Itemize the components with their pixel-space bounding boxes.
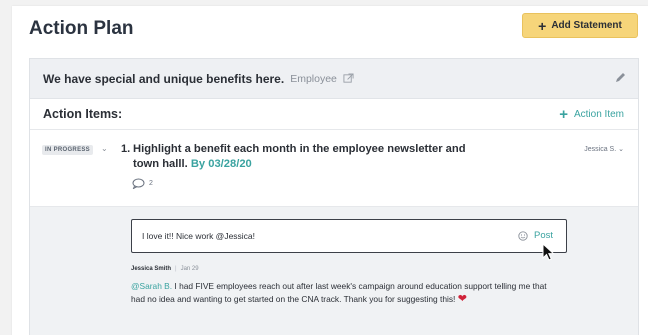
smiley-icon[interactable] bbox=[518, 231, 528, 241]
add-statement-label: Add Statement bbox=[551, 20, 622, 31]
comment-count: 2 bbox=[149, 180, 153, 187]
comment-input-value: I love it!! Nice work @Jessica! bbox=[142, 231, 256, 241]
comment-mention[interactable]: @Sarah B. bbox=[131, 281, 172, 291]
meta-divider: | bbox=[175, 266, 177, 272]
action-item-row[interactable]: IN PROGRESS ⌄ 1. Highlight a benefit eac… bbox=[30, 130, 638, 207]
chevron-down-icon: ⌄ bbox=[618, 146, 624, 153]
assignee-dropdown[interactable]: Jessica S. ⌄ bbox=[584, 145, 624, 153]
comment-text: I had FIVE employees reach out after las… bbox=[131, 281, 547, 304]
add-statement-button[interactable]: + Add Statement bbox=[522, 13, 638, 38]
mouse-cursor-icon bbox=[542, 243, 555, 261]
action-plan-page: Action Plan + Add Statement We have spec… bbox=[12, 6, 648, 335]
plus-icon: + bbox=[559, 106, 568, 123]
add-action-item-label: Action Item bbox=[573, 109, 624, 120]
action-items-header: Action Items: + Action Item bbox=[30, 99, 638, 130]
comment-date: Jan 29 bbox=[180, 266, 199, 272]
comment-bubble-icon bbox=[132, 178, 145, 189]
comment-meta: Jessica Smith | Jan 29 bbox=[131, 266, 199, 272]
add-action-item-button[interactable]: + Action Item bbox=[559, 107, 624, 122]
plus-icon: + bbox=[538, 17, 547, 34]
page-header: Action Plan + Add Statement bbox=[12, 6, 648, 54]
item-due-date: By 03/28/20 bbox=[190, 158, 252, 170]
comment-toggle[interactable]: 2 bbox=[132, 178, 153, 189]
external-link-icon[interactable] bbox=[343, 73, 354, 84]
comments-area: I love it!! Nice work @Jessica! Post Jes… bbox=[30, 207, 638, 335]
heart-icon: ❤ bbox=[457, 293, 467, 305]
page-title: Action Plan bbox=[29, 18, 134, 39]
statement-tag: Employee bbox=[290, 72, 337, 85]
pencil-icon[interactable] bbox=[614, 72, 626, 84]
item-text: Highlight a benefit each month in the em… bbox=[133, 142, 489, 172]
assignee-name: Jessica S. bbox=[584, 146, 617, 153]
comment-body: @Sarah B. I had FIVE employees reach out… bbox=[131, 280, 561, 306]
status-badge[interactable]: IN PROGRESS bbox=[42, 145, 93, 155]
comment-input[interactable]: I love it!! Nice work @Jessica! Post bbox=[131, 219, 567, 253]
item-number: 1. bbox=[121, 143, 131, 155]
statement-text: We have special and unique benefits here… bbox=[43, 71, 285, 86]
item-description: Highlight a benefit each month in the em… bbox=[133, 143, 466, 170]
action-items-title: Action Items: bbox=[43, 107, 123, 121]
post-button[interactable]: Post bbox=[534, 230, 553, 241]
statement-card: We have special and unique benefits here… bbox=[29, 58, 639, 335]
comment-author: Jessica Smith bbox=[131, 266, 172, 272]
statement-bar: We have special and unique benefits here… bbox=[30, 59, 638, 99]
chevron-down-icon[interactable]: ⌄ bbox=[101, 144, 108, 153]
